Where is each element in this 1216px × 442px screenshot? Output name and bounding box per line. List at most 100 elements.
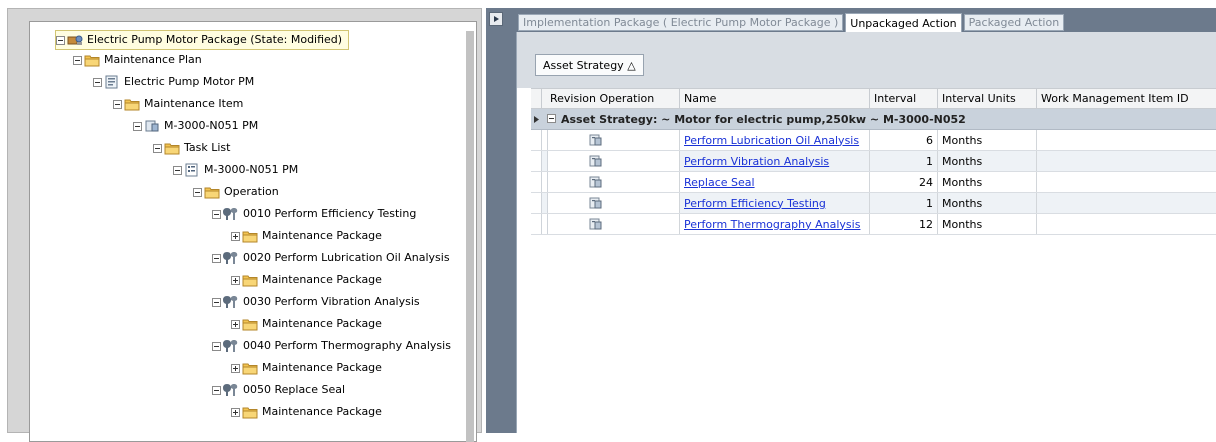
folder-icon bbox=[242, 229, 262, 243]
tree-node[interactable]: Maintenance Package bbox=[231, 314, 382, 334]
tree-node-label: Maintenance Package bbox=[262, 317, 382, 330]
tree-node[interactable]: M-3000-N051 PM bbox=[173, 160, 298, 180]
tree-node[interactable]: 0050 Replace Seal bbox=[212, 380, 345, 400]
row-selector[interactable] bbox=[531, 130, 542, 150]
tab-unpackaged-action[interactable]: Unpackaged Action bbox=[845, 13, 962, 32]
row-selector[interactable] bbox=[531, 214, 542, 234]
tree-node-label: M-3000-N051 PM bbox=[164, 119, 259, 132]
folder-icon bbox=[242, 317, 262, 331]
collapse-toggle[interactable] bbox=[212, 209, 221, 219]
group-by-area: Asset Strategy △ bbox=[517, 32, 1216, 88]
column-header-interval-units[interactable]: Interval Units bbox=[938, 89, 1037, 108]
table-row[interactable]: Perform Lubrication Oil Analysis 6 Months bbox=[531, 130, 1216, 151]
interval-cell: 1 bbox=[870, 193, 938, 213]
tree-node[interactable]: M-3000-N051 PM bbox=[133, 116, 258, 136]
revision-operation-cell bbox=[547, 214, 680, 234]
tree-node[interactable]: 0010 Perform Efficiency Testing bbox=[212, 204, 416, 224]
folder-icon bbox=[164, 141, 184, 155]
actions-grid: Revision Operation Name Interval Interva… bbox=[531, 88, 1216, 235]
header-spacer bbox=[531, 89, 542, 108]
tree-root-node[interactable]: Electric Pump Motor Package (State: Modi… bbox=[55, 30, 350, 50]
row-selector-icon[interactable] bbox=[531, 109, 542, 129]
column-header-work-management-item-id[interactable]: Work Management Item ID bbox=[1037, 89, 1216, 108]
splitter-bar[interactable] bbox=[486, 8, 510, 433]
action-icon bbox=[552, 154, 608, 168]
tree-node-label: Maintenance Package bbox=[262, 229, 382, 242]
row-selector[interactable] bbox=[531, 151, 542, 171]
action-name-link[interactable]: Perform Vibration Analysis bbox=[684, 155, 829, 168]
action-name-link[interactable]: Replace Seal bbox=[684, 176, 755, 189]
tree-node[interactable]: Maintenance Package bbox=[231, 226, 382, 246]
name-cell: Replace Seal bbox=[680, 172, 870, 192]
expand-toggle[interactable] bbox=[231, 231, 240, 241]
expand-toggle[interactable] bbox=[231, 407, 240, 417]
folder-icon bbox=[84, 53, 104, 67]
action-icon bbox=[552, 217, 608, 231]
tree-node[interactable]: 0020 Perform Lubrication Oil Analysis bbox=[212, 248, 450, 268]
column-header-name[interactable]: Name bbox=[680, 89, 870, 108]
work-management-item-id-cell bbox=[1037, 193, 1216, 213]
group-row-label: Asset Strategy: ~ Motor for electric pum… bbox=[561, 112, 966, 126]
tree-node[interactable]: Maintenance Plan bbox=[73, 50, 202, 70]
column-header-interval[interactable]: Interval bbox=[870, 89, 938, 108]
row-selector[interactable] bbox=[531, 172, 542, 192]
tree-node-label: 0030 Perform Vibration Analysis bbox=[243, 295, 420, 308]
table-row[interactable]: Perform Vibration Analysis 1 Months bbox=[531, 151, 1216, 172]
row-selector[interactable] bbox=[531, 193, 542, 213]
tree-node[interactable]: Maintenance Package bbox=[231, 270, 382, 290]
tree-node-label: 0020 Perform Lubrication Oil Analysis bbox=[243, 251, 450, 264]
interval-units-cell: Months bbox=[938, 130, 1037, 150]
work-management-item-id-cell bbox=[1037, 172, 1216, 192]
tree-node[interactable]: 0030 Perform Vibration Analysis bbox=[212, 292, 420, 312]
tree-node[interactable]: 0040 Perform Thermography Analysis bbox=[212, 336, 451, 356]
expand-toggle[interactable] bbox=[231, 275, 240, 285]
tree-node[interactable]: Electric Pump Motor PM bbox=[93, 72, 254, 92]
collapse-toggle[interactable] bbox=[212, 297, 221, 307]
tree-node-label: Maintenance Plan bbox=[104, 53, 202, 66]
collapse-toggle[interactable] bbox=[212, 253, 221, 263]
tree-node-label: M-3000-N051 PM bbox=[204, 163, 299, 176]
tab-implementation-package[interactable]: Implementation Package ( Electric Pump M… bbox=[518, 14, 844, 31]
expand-toggle[interactable] bbox=[231, 319, 240, 329]
tree-node[interactable]: Maintenance Package bbox=[231, 402, 382, 422]
action-icon bbox=[552, 175, 608, 189]
collapse-toggle[interactable] bbox=[173, 165, 182, 175]
collapse-toggle[interactable] bbox=[113, 99, 122, 109]
tab-packaged-action[interactable]: Packaged Action bbox=[963, 14, 1065, 31]
package-tree: Electric Pump Motor Package (State: Modi… bbox=[29, 21, 477, 442]
collapse-toggle[interactable] bbox=[193, 187, 202, 197]
interval-cell: 24 bbox=[870, 172, 938, 192]
group-collapse-toggle[interactable] bbox=[547, 114, 556, 123]
action-name-link[interactable]: Perform Lubrication Oil Analysis bbox=[684, 134, 859, 147]
tree-node[interactable]: Task List bbox=[153, 138, 230, 158]
action-name-link[interactable]: Perform Thermography Analysis bbox=[684, 218, 860, 231]
collapse-toggle[interactable] bbox=[133, 121, 142, 131]
folder-icon bbox=[242, 273, 262, 287]
revision-operation-cell bbox=[547, 172, 680, 192]
collapse-toggle[interactable] bbox=[212, 385, 221, 395]
tree-node-label: Maintenance Package bbox=[262, 273, 382, 286]
tree-node[interactable]: Maintenance Package bbox=[231, 358, 382, 378]
tree-node[interactable]: Maintenance Item bbox=[113, 94, 243, 114]
tree-node[interactable]: Operation bbox=[193, 182, 279, 202]
group-row[interactable]: Asset Strategy: ~ Motor for electric pum… bbox=[531, 109, 1216, 130]
table-row[interactable]: Replace Seal 24 Months bbox=[531, 172, 1216, 193]
action-name-link[interactable]: Perform Efficiency Testing bbox=[684, 197, 826, 210]
collapse-toggle[interactable] bbox=[56, 35, 65, 45]
collapse-panel-button[interactable] bbox=[489, 12, 503, 26]
collapse-toggle[interactable] bbox=[212, 341, 221, 351]
work-management-item-id-cell bbox=[1037, 151, 1216, 171]
table-row[interactable]: Perform Efficiency Testing 1 Months bbox=[531, 193, 1216, 214]
interval-units-cell: Months bbox=[938, 193, 1037, 213]
tree-node-label: Electric Pump Motor PM bbox=[124, 75, 255, 88]
collapse-toggle[interactable] bbox=[93, 77, 102, 87]
tree-scrollbar[interactable] bbox=[466, 31, 474, 442]
interval-units-cell: Months bbox=[938, 172, 1037, 192]
expand-toggle[interactable] bbox=[231, 363, 240, 373]
collapse-toggle[interactable] bbox=[153, 143, 162, 153]
collapse-toggle[interactable] bbox=[73, 55, 82, 65]
table-row[interactable]: Perform Thermography Analysis 12 Months bbox=[531, 214, 1216, 235]
tree-node-label: 0050 Replace Seal bbox=[243, 383, 346, 396]
group-by-asset-strategy-button[interactable]: Asset Strategy △ bbox=[535, 54, 644, 76]
column-header-revision-operation[interactable]: Revision Operation bbox=[542, 89, 680, 108]
